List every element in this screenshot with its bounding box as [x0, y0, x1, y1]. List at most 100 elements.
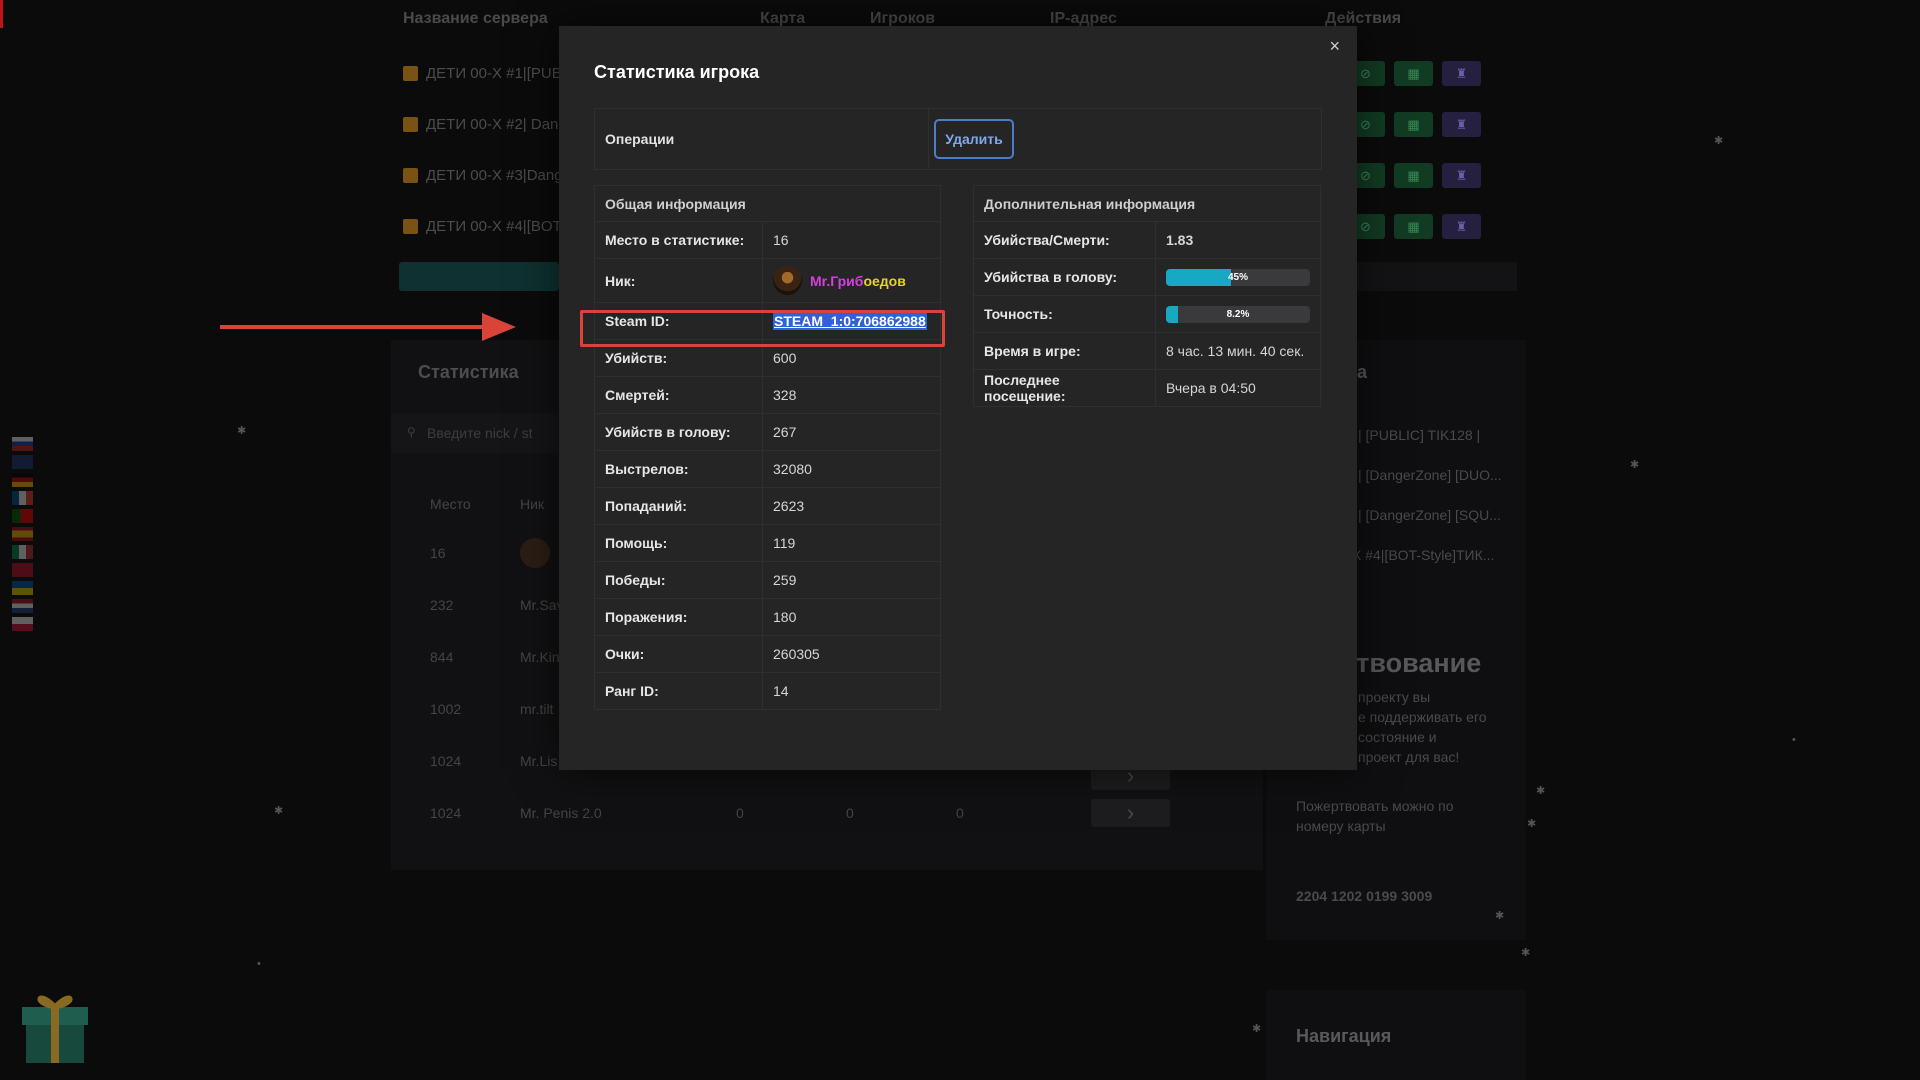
snowflake-icon: ✱ [1495, 910, 1505, 922]
flag-de-icon[interactable] [12, 473, 33, 487]
flag-pt-icon[interactable] [12, 509, 33, 523]
trophy-icon[interactable]: ♜ [1442, 112, 1481, 137]
info-row: Очки: 260305 [594, 635, 941, 673]
sidebar-server[interactable]: | [PUBLIC] TIK128 | [1358, 427, 1480, 443]
info-value: 259 [762, 561, 941, 599]
server-row[interactable]: ДЕТИ 00-Х #1|[PUB [403, 62, 562, 84]
stats-title: Статистика [418, 362, 519, 382]
info-row: Поражения: 180 [594, 598, 941, 636]
server-icon [403, 65, 418, 81]
cell: 0 [956, 805, 964, 821]
info-label: Последнее посещение: [973, 369, 1156, 407]
donate-text: проекту вы [1358, 689, 1431, 705]
panel-strip [1357, 262, 1517, 291]
stats-search-input[interactable]: ⚲ Введите nick / st [391, 413, 561, 453]
general-info-table: Общая информация Место в статистике: 16 Н… [594, 185, 941, 710]
cell: 0 [846, 805, 854, 821]
server-icon [403, 116, 418, 132]
additional-info-header: Дополнительная информация [973, 185, 1321, 222]
player-stats-modal: × Статистика игрока Операции Удалить Общ… [559, 26, 1357, 770]
flag-ru-icon[interactable] [12, 437, 33, 451]
nick: mr.tilt [520, 701, 554, 717]
info-label: Победы: [594, 561, 763, 599]
server-name: ДЕТИ 00-Х #4|[BOT [426, 217, 562, 235]
flag-ua-icon[interactable] [12, 581, 33, 595]
info-row: Время в игре: 8 час. 13 мин. 40 сек. [973, 332, 1321, 370]
info-label: Ник: [594, 258, 763, 303]
table-row[interactable]: 232 Mr.Sav [430, 597, 564, 613]
progress-bar: 8.2% [1166, 305, 1310, 323]
trophy-icon[interactable]: ♜ [1442, 214, 1481, 239]
info-label: Точность: [973, 295, 1156, 333]
flag-gb-icon[interactable] [12, 455, 33, 469]
server-row[interactable]: ДЕТИ 00-Х #2| Dan [403, 113, 558, 135]
trophy-icon[interactable]: ♜ [1442, 163, 1481, 188]
table-row[interactable]: 844 Mr.Kin [430, 649, 560, 665]
gift-icon[interactable] [18, 985, 92, 1065]
modal-title: Статистика игрока [594, 62, 760, 82]
operations-row: Операции Удалить [594, 108, 1322, 170]
server-row[interactable]: ДЕТИ 00-Х #3|Dang [403, 164, 563, 186]
table-row[interactable]: 16 [430, 545, 446, 561]
sidebar-server[interactable]: | [DangerZone] [SQU... [1358, 507, 1501, 523]
info-value: 16 [762, 221, 941, 259]
trophy-icon[interactable]: ♜ [1442, 61, 1481, 86]
info-label: Время в игре: [973, 332, 1156, 370]
info-row: Точность: 8.2% [973, 295, 1321, 333]
snowflake-icon: ✱ [1521, 947, 1531, 959]
info-label: Смертей: [594, 376, 763, 414]
info-row: Место в статистике: 16 [594, 221, 941, 259]
donate-text: проект для вас! [1358, 749, 1460, 765]
table-row[interactable]: 1024 Mr. Penis 2.0 0 0 0 [430, 805, 964, 821]
col-nick: Ник [520, 496, 545, 512]
nick-value: Mr.Грибоедов [762, 258, 941, 303]
delete-button[interactable]: Удалить [934, 119, 1014, 159]
close-icon[interactable]: × [1329, 36, 1340, 57]
nick: Mr.Kin [520, 649, 560, 665]
calendar-icon[interactable]: ▦ [1394, 61, 1433, 86]
calendar-icon[interactable]: ▦ [1394, 163, 1433, 188]
sidebar-server[interactable]: | [DangerZone] [DUO... [1358, 467, 1502, 483]
calendar-icon[interactable]: ▦ [1394, 112, 1433, 137]
progress-bar: 45% [1166, 268, 1310, 286]
server-actions: ⊘ ▦ ♜ [1346, 112, 1481, 137]
flag-it-icon[interactable] [12, 545, 33, 559]
sidebar-server[interactable]: X #4|[BOT-Style]ТИК... [1352, 547, 1494, 563]
snowflake-icon: ✱ [1630, 459, 1640, 471]
info-value: 328 [762, 376, 941, 414]
info-row: Ранг ID: 14 [594, 672, 941, 710]
info-label: Убийства в голову: [973, 258, 1156, 296]
info-label: Поражения: [594, 598, 763, 636]
progress-text: 45% [1227, 271, 1248, 283]
server-row[interactable]: ДЕТИ 00-Х #4|[BOT [403, 215, 562, 237]
server-icon [403, 167, 418, 183]
table-row[interactable]: 1002 mr.tilt [430, 701, 553, 717]
flag-nl-icon[interactable] [12, 599, 33, 613]
flag-fr-icon[interactable] [12, 491, 33, 505]
snowflake-icon: ✱ [274, 805, 284, 817]
info-label: Очки: [594, 635, 763, 673]
server-name: ДЕТИ 00-Х #1|[PUB [426, 64, 562, 82]
info-label: Помощь: [594, 524, 763, 562]
open-row-button[interactable]: › [1091, 799, 1170, 827]
donate-card-text: Пожертвовать можно по [1296, 798, 1454, 814]
steam-id-highlight-box [580, 310, 945, 347]
place: 1002 [430, 701, 462, 717]
flag-es-icon[interactable] [12, 527, 33, 541]
snowflake-icon: ✱ [1527, 818, 1537, 830]
flag-tr-icon[interactable] [12, 563, 33, 577]
info-row: Выстрелов: 32080 [594, 450, 941, 488]
snowflake-icon: ✱ [1714, 135, 1724, 147]
operations-label: Операции [595, 109, 929, 169]
info-value: 267 [762, 413, 941, 451]
table-row[interactable]: 1024 Mr.Lis [430, 753, 557, 769]
flag-pl-icon[interactable] [12, 617, 33, 631]
nick-part: Mr.Гриб [810, 272, 864, 289]
search-placeholder: Введите nick / st [427, 425, 533, 441]
info-label: Выстрелов: [594, 450, 763, 488]
calendar-icon[interactable]: ▦ [1394, 214, 1433, 239]
nick: Mr. Penis 2.0 [520, 805, 602, 821]
teal-button[interactable] [399, 262, 559, 291]
info-label: Убийств в голову: [594, 413, 763, 451]
avatar [520, 538, 550, 568]
